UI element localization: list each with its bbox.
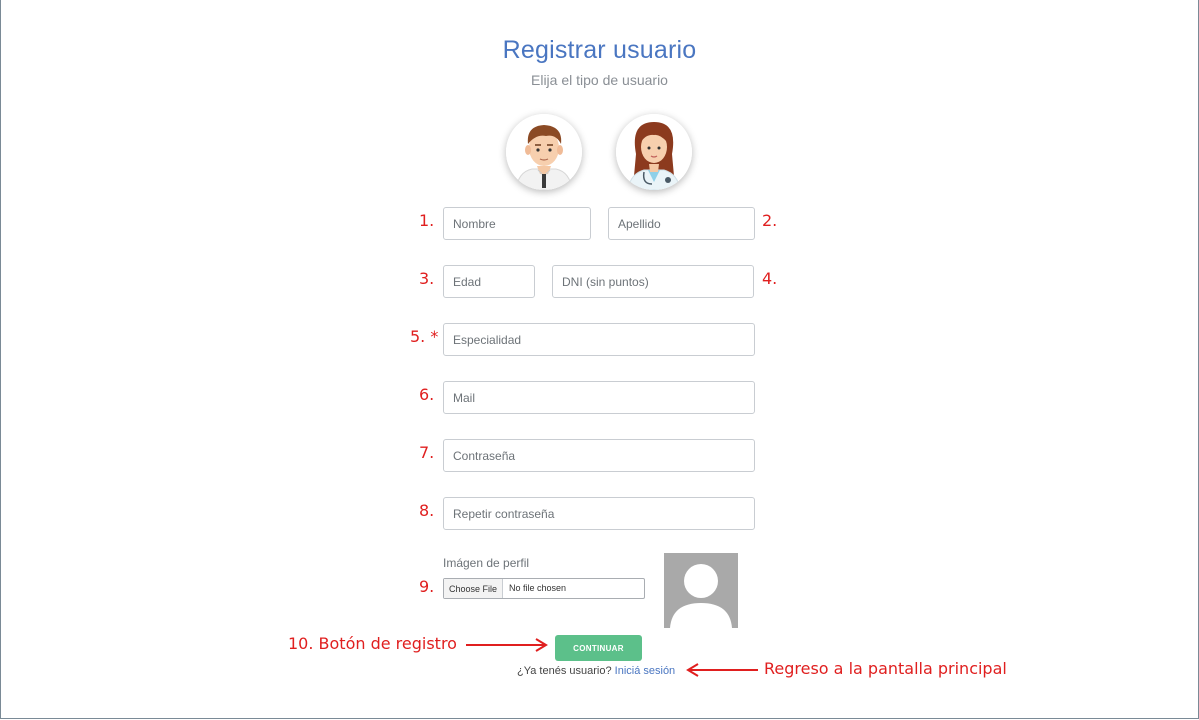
profile-image-file-input[interactable]: Choose File No file chosen [443,578,645,599]
mail-input[interactable] [443,381,755,414]
left-arrow-icon [686,663,758,677]
annotation-number-3: 3. [419,269,435,288]
login-prompt-text: ¿Ya tenés usuario? [517,665,612,677]
annotation-number-4: 4. [762,269,778,288]
right-arrow-icon [466,638,548,652]
profile-image-label: Imágen de perfil [443,556,530,570]
annotation-number-1: 1. [419,211,435,230]
file-status-text: No file chosen [509,583,567,593]
annotation-number-2: 2. [762,211,778,230]
annotation-number-6: 6. [419,385,435,404]
especialidad-input[interactable] [443,323,755,356]
repeat-password-input[interactable] [443,497,755,530]
choose-file-button[interactable]: Choose File [444,579,504,598]
doctor-avatar-icon [616,114,692,190]
page-title: Registrar usuario [502,36,697,64]
annotation-number-9: 9. [419,577,435,596]
apellido-input[interactable] [608,207,755,240]
page-frame [0,0,1199,719]
login-prompt: ¿Ya tenés usuario? Iniciá sesión [517,665,675,677]
login-link[interactable]: Iniciá sesión [615,665,676,677]
doctor-user-type-option[interactable] [616,114,692,190]
page-subtitle: Elija el tipo de usuario [531,72,668,88]
annotation-number-5: 5. * [410,327,439,346]
patient-user-type-option[interactable] [506,114,582,190]
annotation-number-8: 8. [419,501,435,520]
edad-input[interactable] [443,265,535,298]
dni-input[interactable] [552,265,754,298]
nombre-input[interactable] [443,207,591,240]
register-button-annotation: 10. Botón de registro [288,634,457,653]
continuar-button[interactable]: CONTINUAR [555,635,642,661]
return-annotation: Regreso a la pantalla principal [764,659,1007,678]
default-profile-placeholder-icon [670,564,732,628]
patient-avatar-icon [506,114,582,190]
password-input[interactable] [443,439,755,472]
annotation-number-7: 7. [419,443,435,462]
profile-image-preview [664,553,738,628]
